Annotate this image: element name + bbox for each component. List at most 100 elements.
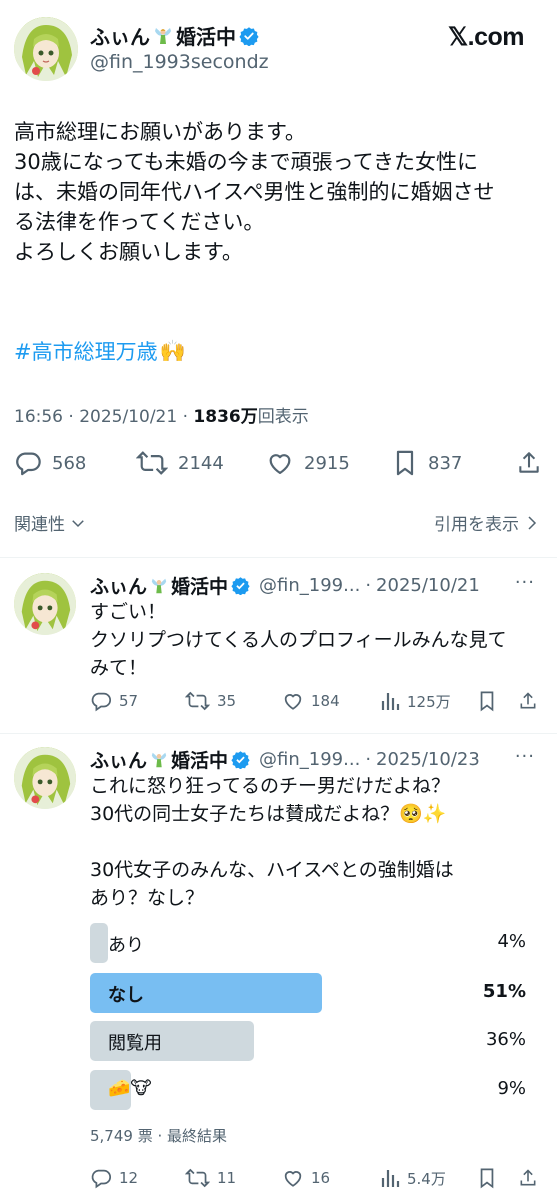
tweet-timestamp[interactable]: 16:56 · 2025/10/21 · xyxy=(14,407,193,427)
reply-button[interactable]: 12 xyxy=(90,1167,138,1189)
reply-text: すごい！ クソリプつけてくる人のプロフィールみんな見て みて！ xyxy=(90,598,540,682)
view-count: 1836万 xyxy=(193,407,258,427)
view-quotes-link[interactable]: 引用を表示 xyxy=(434,510,539,535)
author-name-suffix[interactable]: 婚活中 xyxy=(171,572,228,599)
verified-icon xyxy=(239,26,259,46)
fairy-icon xyxy=(151,578,167,593)
repost-count: 35 xyxy=(217,692,237,710)
like-count: 16 xyxy=(311,1169,331,1187)
bookmark-icon xyxy=(480,691,494,712)
repost-count: 2144 xyxy=(178,452,224,474)
chevron-right-icon xyxy=(528,515,537,530)
like-button[interactable]: 2915 xyxy=(266,449,350,477)
views-icon xyxy=(381,1170,400,1187)
reply-header: ふぃん 婚活中 @fin_199... · 2025/10/21 xyxy=(90,572,510,599)
hashtag-link[interactable]: #高市総理万歳 🙌 xyxy=(14,336,186,366)
views-count: 125万 xyxy=(407,692,451,711)
poll-option-percent: 4% xyxy=(497,931,526,952)
reply-count: 568 xyxy=(52,452,87,474)
poll-option-percent: 9% xyxy=(497,1078,526,1099)
sort-dropdown[interactable]: 関連性 xyxy=(14,510,87,535)
poll-option: 閲覧用 36% xyxy=(90,1021,530,1061)
poll-option: なし 51% xyxy=(90,973,530,1013)
bookmark-button[interactable] xyxy=(477,1167,497,1189)
share-button[interactable] xyxy=(518,690,538,712)
hashtag-text: #高市総理万歳 xyxy=(14,340,158,364)
tweet-actions: 568 2144 2915 837 xyxy=(0,445,557,481)
brand-logo: 𝕏.com xyxy=(448,23,525,51)
tweet-line: 高市総理にお願いがあります。 xyxy=(14,120,306,144)
avatar[interactable] xyxy=(14,17,78,81)
share-button[interactable] xyxy=(518,1167,538,1189)
avatar[interactable] xyxy=(14,747,76,809)
like-icon xyxy=(284,1171,302,1187)
bookmark-button[interactable] xyxy=(477,690,497,712)
reply-date[interactable]: 2025/10/21 xyxy=(376,575,480,596)
poll-option: 🧀🐮 9% xyxy=(90,1070,530,1110)
reply-date[interactable]: 2025/10/23 xyxy=(376,749,480,770)
share-icon xyxy=(519,452,539,473)
poll-option-percent: 51% xyxy=(482,981,526,1002)
repost-button[interactable]: 35 xyxy=(185,690,236,712)
author-name-text[interactable]: ふぃん xyxy=(90,746,147,773)
views-count: 5.4万 xyxy=(407,1169,446,1188)
divider xyxy=(0,557,557,558)
author-handle[interactable]: @fin_199... xyxy=(259,749,360,770)
author-name-suffix: 婚活中 xyxy=(176,25,236,49)
more-icon[interactable]: ··· xyxy=(515,746,535,767)
reply-line: あり？なし？ xyxy=(90,887,205,909)
sort-label: 関連性 xyxy=(14,515,65,535)
author-name-text: ふぃん xyxy=(90,25,150,49)
more-icon[interactable]: ··· xyxy=(515,572,535,593)
tweet-text: 高市総理にお願いがあります。 30歳になっても未婚の今まで頑張ってきた女性に は… xyxy=(14,117,544,267)
like-icon xyxy=(284,694,302,710)
view-quotes-label: 引用を表示 xyxy=(434,515,519,535)
verified-icon xyxy=(231,577,250,595)
repost-count: 11 xyxy=(217,1169,237,1187)
reply-button[interactable]: 57 xyxy=(90,690,138,712)
reply-line: すごい！ xyxy=(90,601,167,623)
reply-actions: 57 35 184 125万 xyxy=(90,690,540,716)
views-button[interactable]: 125万 xyxy=(380,690,451,712)
repost-icon xyxy=(136,451,168,475)
tweet-line: る法律を作ってください。 xyxy=(14,210,265,234)
author-handle[interactable]: @fin_1993secondz xyxy=(90,51,269,73)
fairy-icon xyxy=(151,752,167,767)
reply-count: 57 xyxy=(119,692,139,710)
like-count: 2915 xyxy=(304,452,350,474)
poll-option-label: 🧀🐮 xyxy=(108,1078,152,1099)
avatar[interactable] xyxy=(14,573,76,635)
share-button[interactable] xyxy=(516,449,542,477)
author-handle[interactable]: @fin_199... xyxy=(259,575,360,596)
like-button[interactable]: 184 xyxy=(282,690,340,712)
repost-button[interactable]: 11 xyxy=(185,1167,236,1189)
reply-text: これに怒り狂ってるのチー男だけだよね？ 30代の同士女子たちは賛成だよね？🥺✨ … xyxy=(90,772,540,912)
author-name[interactable]: ふぃん 婚活中 xyxy=(90,21,259,50)
bookmark-button[interactable]: 837 xyxy=(392,449,462,477)
divider xyxy=(0,733,557,734)
poll-option-label: あり xyxy=(108,935,144,956)
share-icon xyxy=(520,692,536,709)
reply-icon xyxy=(91,692,112,712)
reply-actions: 12 11 16 5.4万 xyxy=(90,1167,540,1193)
poll-bar xyxy=(90,923,108,963)
like-button[interactable]: 16 xyxy=(282,1167,330,1189)
reply-icon xyxy=(91,1169,112,1189)
author-name-suffix[interactable]: 婚活中 xyxy=(171,746,228,773)
share-icon xyxy=(520,1169,536,1186)
author-name-text[interactable]: ふぃん xyxy=(90,572,147,599)
bookmark-icon xyxy=(480,1168,494,1189)
repost-icon xyxy=(185,691,210,711)
reply-button[interactable]: 568 xyxy=(14,449,86,477)
views-button[interactable]: 5.4万 xyxy=(380,1167,446,1189)
chevron-down-icon xyxy=(72,519,84,527)
raised-hands-emoji: 🙌 xyxy=(159,338,186,363)
reply-icon xyxy=(16,452,41,476)
view-label: 回表示 xyxy=(257,407,309,427)
reply-count: 12 xyxy=(119,1169,139,1187)
poll-option-percent: 36% xyxy=(485,1029,526,1050)
verified-icon xyxy=(231,751,250,769)
reply-line: これに怒り狂ってるのチー男だけだよね？ xyxy=(90,775,451,797)
poll-option-label: 閲覧用 xyxy=(108,1033,162,1054)
repost-button[interactable]: 2144 xyxy=(136,449,224,477)
